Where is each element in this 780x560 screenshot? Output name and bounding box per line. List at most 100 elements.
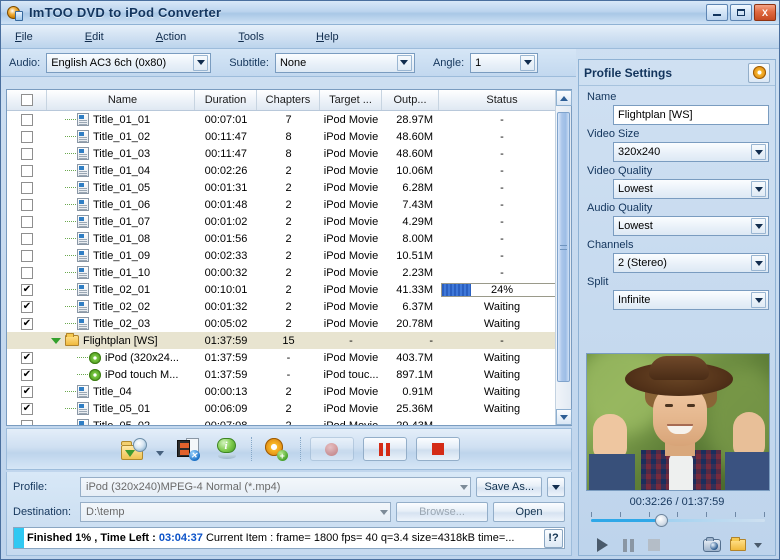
row-name-cell[interactable]: iPod (320x24... <box>47 349 195 366</box>
stop-button[interactable] <box>415 437 460 461</box>
menu-tools[interactable]: Tools <box>238 28 264 46</box>
row-checkbox-cell[interactable] <box>7 145 47 162</box>
row-checkbox-cell[interactable] <box>7 128 47 145</box>
column-header-duration[interactable]: Duration <box>195 90 257 110</box>
table-row[interactable]: Title_01_06 00:01:48 2 iPod Movie 7.43M - <box>7 196 571 213</box>
seek-handle[interactable] <box>655 514 668 527</box>
audio-quality-select[interactable]: Lowest <box>613 216 769 236</box>
column-header-status[interactable]: Status <box>439 90 565 110</box>
table-row[interactable]: Title_01_10 00:00:32 2 iPod Movie 2.23M - <box>7 264 571 281</box>
table-row[interactable]: ✔ iPod (320x24... 01:37:59 - iPod Movie 403.7… <box>7 349 571 366</box>
row-checkbox[interactable]: ✔ <box>21 283 33 296</box>
column-header-output[interactable]: Outp... <box>382 90 439 110</box>
row-checkbox[interactable] <box>21 181 33 194</box>
profile-select[interactable]: iPod (320x240)MPEG-4 Normal (*.mp4) <box>80 477 472 497</box>
open-snapshot-folder-button[interactable] <box>725 535 751 555</box>
pause-button[interactable] <box>362 437 407 461</box>
row-checkbox-cell[interactable] <box>7 332 47 349</box>
table-row[interactable]: Title_01_02 00:11:47 8 iPod Movie 48.60M - <box>7 128 571 145</box>
player-seek-slider[interactable] <box>591 512 765 528</box>
row-checkbox-cell[interactable] <box>7 111 47 128</box>
add-profile-button[interactable]: + <box>261 435 291 463</box>
row-checkbox[interactable]: ✔ <box>21 385 33 398</box>
row-checkbox[interactable] <box>21 419 33 425</box>
table-row[interactable]: ✔ Title_02_01 00:10:01 2 iPod Movie 41.33M 24% <box>7 281 571 298</box>
menu-action[interactable]: Action <box>156 28 187 46</box>
table-row[interactable]: ✔ Title_02_02 00:01:32 2 iPod Movie 6.37M Wait… <box>7 298 571 315</box>
player-pause-button[interactable] <box>615 535 641 555</box>
table-row[interactable]: ✔ Title_02_03 00:05:02 2 iPod Movie 20.78M Wai… <box>7 315 571 332</box>
row-name-cell[interactable]: Title_01_02 <box>47 128 195 145</box>
player-play-button[interactable] <box>589 535 615 555</box>
row-checkbox[interactable] <box>21 147 33 160</box>
player-stop-button[interactable] <box>641 535 667 555</box>
row-checkbox-cell[interactable]: ✔ <box>7 349 47 366</box>
split-select[interactable]: Infinite <box>613 290 769 310</box>
scroll-down-button[interactable] <box>556 409 572 425</box>
row-checkbox[interactable]: ✔ <box>21 300 33 313</box>
row-checkbox[interactable] <box>21 130 33 143</box>
row-checkbox-cell[interactable] <box>7 230 47 247</box>
row-checkbox-cell[interactable] <box>7 179 47 196</box>
column-header-chapters[interactable]: Chapters <box>257 90 320 110</box>
row-name-cell[interactable]: Title_01_06 <box>47 196 195 213</box>
row-checkbox[interactable] <box>21 113 33 126</box>
save-as-button[interactable]: Save As... <box>476 477 542 497</box>
audio-track-select[interactable]: English AC3 6ch (0x80) <box>46 52 212 73</box>
menu-file[interactable]: FFileile <box>15 28 33 46</box>
table-row[interactable]: Flightplan [WS] 01:37:59 15 - - - <box>7 332 571 349</box>
row-name-cell[interactable]: Title_01_07 <box>47 213 195 230</box>
close-button[interactable]: X <box>754 4 776 21</box>
destination-input[interactable]: D:\temp <box>80 502 391 522</box>
browse-button[interactable]: Browse... <box>396 502 488 522</box>
row-checkbox[interactable]: ✔ <box>21 351 33 364</box>
row-name-cell[interactable]: Title_01_10 <box>47 264 195 281</box>
profile-name-input[interactable]: Flightplan [WS] <box>613 105 769 125</box>
row-name-cell[interactable]: Title_01_08 <box>47 230 195 247</box>
column-header-target[interactable]: Target ... <box>320 90 382 110</box>
row-checkbox[interactable] <box>21 266 33 279</box>
row-name-cell[interactable]: Title_05_02 <box>47 417 195 425</box>
row-checkbox-cell[interactable] <box>7 162 47 179</box>
row-name-cell[interactable]: Flightplan [WS] <box>47 332 195 349</box>
table-row[interactable]: Title_01_03 00:11:47 8 iPod Movie 48.60M - <box>7 145 571 162</box>
scrollbar-thumb[interactable] <box>557 112 570 382</box>
table-row[interactable]: Title_01_09 00:02:33 2 iPod Movie 10.51M - <box>7 247 571 264</box>
save-as-dropdown-button[interactable] <box>547 477 565 497</box>
row-checkbox[interactable] <box>21 249 33 262</box>
row-name-cell[interactable]: Title_02_02 <box>47 298 195 315</box>
row-checkbox-cell[interactable]: ✔ <box>7 315 47 332</box>
table-row[interactable]: ✔ iPod touch M... 01:37:59 - iPod touc... 897… <box>7 366 571 383</box>
row-checkbox-cell[interactable]: ✔ <box>7 298 47 315</box>
row-checkbox[interactable] <box>21 198 33 211</box>
row-checkbox-cell[interactable] <box>7 247 47 264</box>
row-checkbox-cell[interactable]: ✔ <box>7 281 47 298</box>
column-header-name[interactable]: Name <box>47 90 195 110</box>
remove-item-button[interactable]: ✕ <box>173 435 203 463</box>
row-checkbox[interactable]: ✔ <box>21 402 33 415</box>
table-row[interactable]: Title_01_01 00:07:01 7 iPod Movie 28.97M - <box>7 111 571 128</box>
table-row[interactable]: Title_01_05 00:01:31 2 iPod Movie 6.28M - <box>7 179 571 196</box>
open-button[interactable]: Open <box>493 502 565 522</box>
row-checkbox-cell[interactable] <box>7 196 47 213</box>
row-checkbox-cell[interactable]: ✔ <box>7 400 47 417</box>
row-checkbox-cell[interactable] <box>7 264 47 281</box>
minimize-button[interactable] <box>706 4 728 21</box>
list-scrollbar[interactable] <box>555 90 572 425</box>
row-checkbox-cell[interactable] <box>7 213 47 230</box>
table-row[interactable]: ✔ Title_05_01 00:06:09 2 iPod Movie 25.36M Wai… <box>7 400 571 417</box>
select-all-checkbox[interactable] <box>20 94 33 106</box>
angle-select[interactable]: 1 <box>470 52 539 73</box>
row-checkbox[interactable] <box>21 164 33 177</box>
row-name-cell[interactable]: Title_02_01 <box>47 281 195 298</box>
maximize-button[interactable] <box>730 4 752 21</box>
row-name-cell[interactable]: Title_01_04 <box>47 162 195 179</box>
table-row[interactable]: Title_01_08 00:01:56 2 iPod Movie 8.00M - <box>7 230 571 247</box>
row-name-cell[interactable]: Title_01_09 <box>47 247 195 264</box>
video-size-select[interactable]: 320x240 <box>613 142 769 162</box>
row-checkbox-cell[interactable]: ✔ <box>7 366 47 383</box>
table-row[interactable]: ✔ Title_04 00:00:13 2 iPod Movie 0.91M Waiting <box>7 383 571 400</box>
table-row[interactable]: Title_01_07 00:01:02 2 iPod Movie 4.29M - <box>7 213 571 230</box>
row-checkbox-cell[interactable]: ✔ <box>7 383 47 400</box>
subtitle-select[interactable]: None <box>274 52 415 73</box>
